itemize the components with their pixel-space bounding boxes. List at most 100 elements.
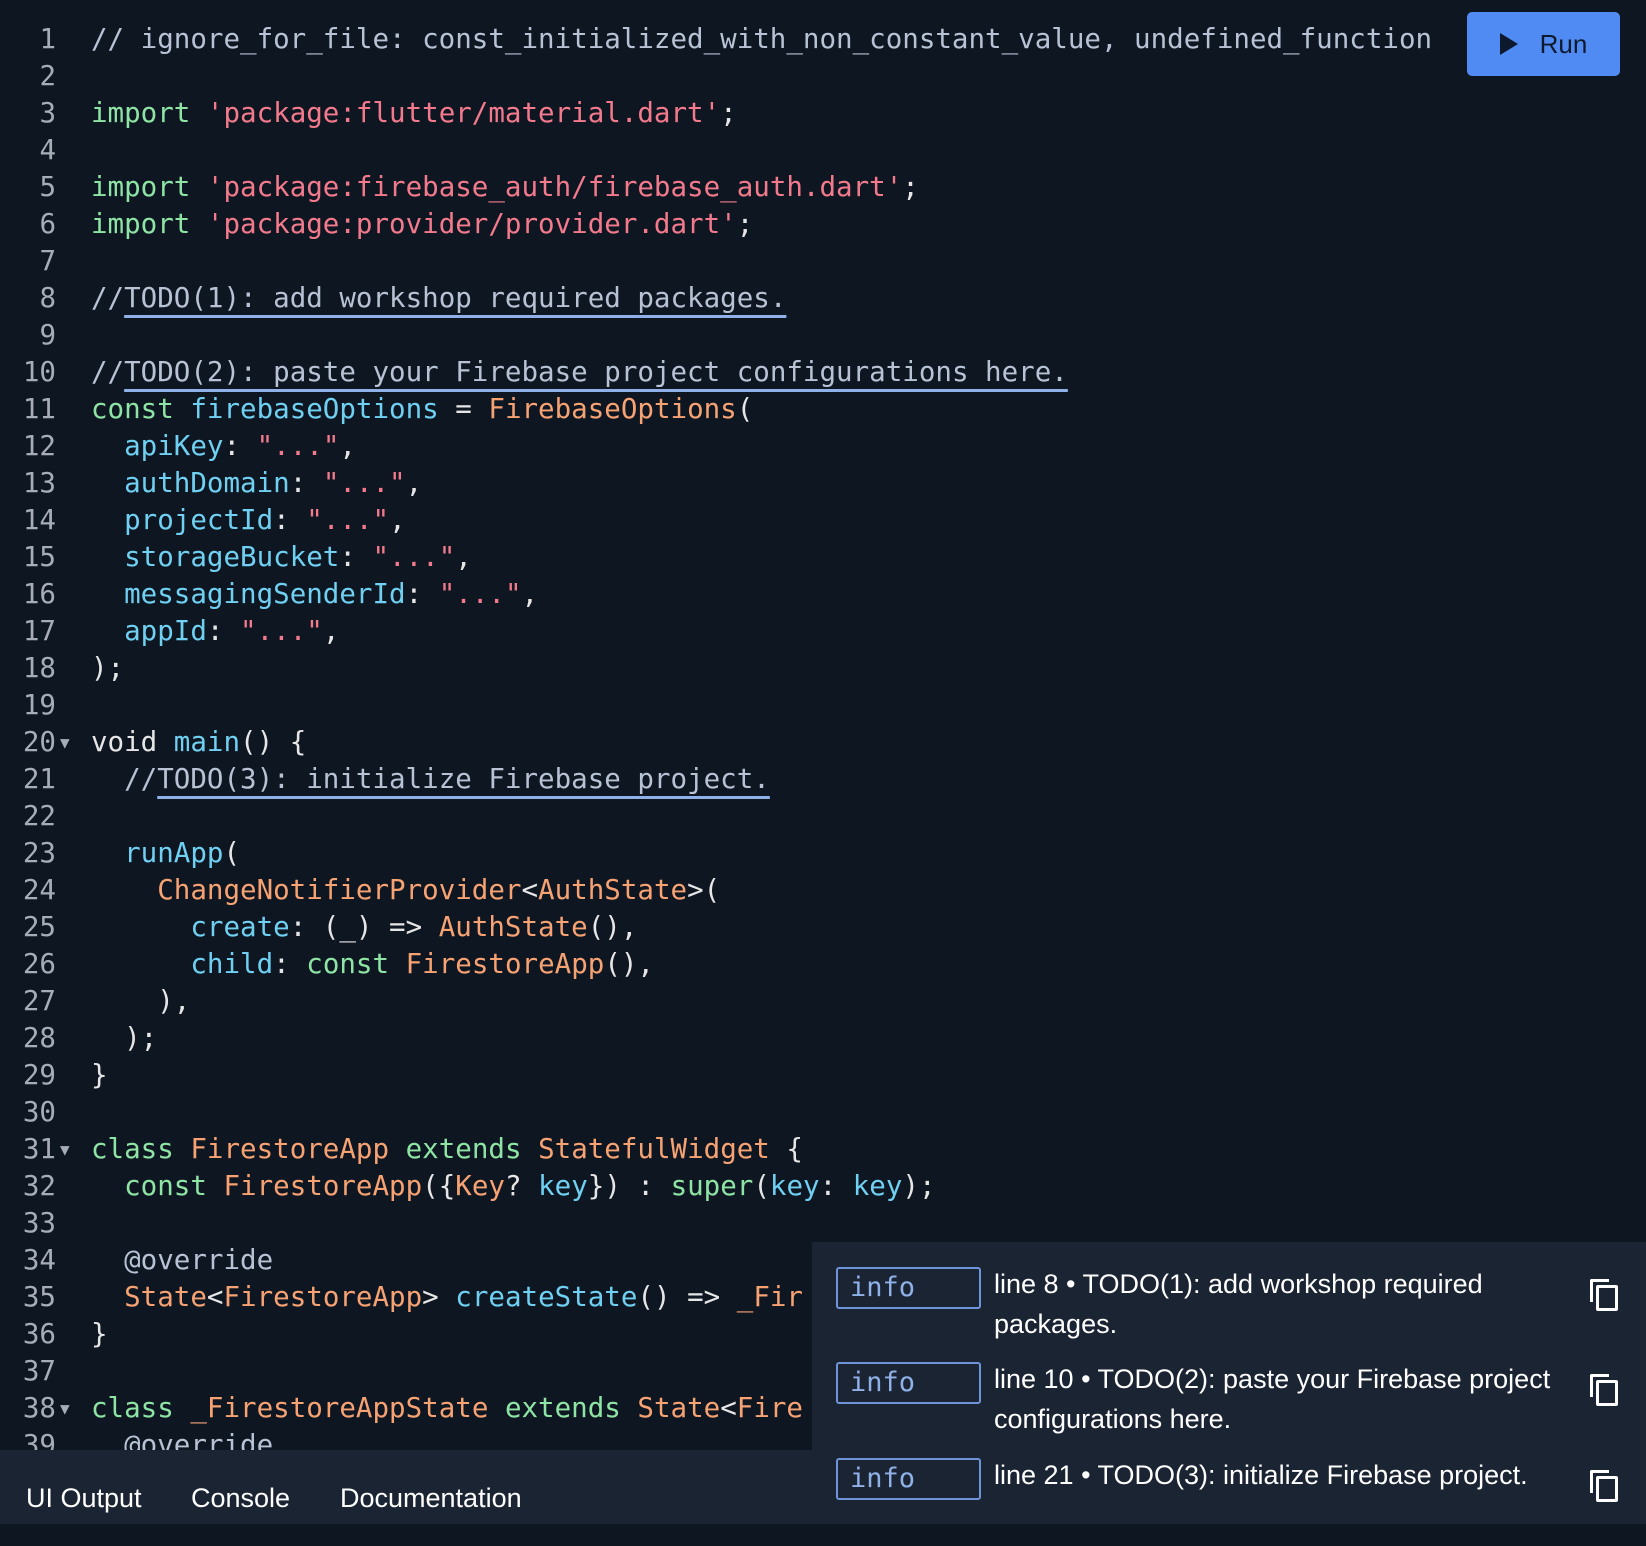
line-number: 8 [39,282,56,314]
code-line[interactable]: 3 import 'package:flutter/material.dart'; [0,95,1646,132]
code-line[interactable]: 22 [0,798,1646,835]
code-token: : [273,948,307,980]
code-text: const FirestoreApp({Key? key}) : super(k… [91,1168,936,1205]
tab-ui-output[interactable]: UI Output [26,1450,142,1524]
code-line[interactable]: 16 messagingSenderId: "...", [0,576,1646,613]
code-token: ( [223,837,241,869]
code-line[interactable]: 12 apiKey: "...", [0,428,1646,465]
code-token: void [91,726,158,758]
code-token: const [124,1170,207,1202]
run-button[interactable]: Run [1467,12,1620,76]
code-text: } [91,1057,108,1094]
code-line[interactable]: 15 storageBucket: "...", [0,539,1646,576]
code-text: ); [91,650,124,687]
code-line[interactable]: 14 projectId: "...", [0,502,1646,539]
line-number: 24 [22,874,56,906]
code-token: ); [91,1022,158,1054]
code-token: "..." [306,504,390,536]
code-line[interactable]: 5 import 'package:firebase_auth/firebase_… [0,169,1646,206]
code-text: ChangeNotifierProvider<AuthState>( [91,872,720,909]
code-token: FirestoreApp [190,1133,390,1165]
code-line[interactable]: 7 [0,243,1646,280]
code-line[interactable]: 23 runApp( [0,835,1646,872]
code-editor[interactable]: 1 // ignore_for_file: const_initialized_w… [0,0,1646,1450]
code-token: : [819,1170,853,1202]
line-number: 10 [22,356,56,388]
code-token: AuthState [538,874,688,906]
issue-message: line 10 • TODO(2): paste your Firebase p… [994,1364,1551,1434]
code-line[interactable]: 4 [0,132,1646,169]
line-number: 34 [22,1244,56,1276]
code-token: , [521,578,539,610]
code-line[interactable]: 29} [0,1057,1646,1094]
code-token: ); [902,1170,936,1202]
code-token: : [273,504,307,536]
code-line[interactable]: 17 appId: "...", [0,613,1646,650]
code-token: "..." [240,615,323,647]
code-line[interactable]: 21 //TODO(3): initialize Firebase projec… [0,761,1646,798]
code-text: import 'package:flutter/material.dart'; [91,95,737,132]
code-text: //TODO(2): paste your Firebase project c… [91,354,1068,391]
code-line[interactable]: 10 //TODO(2): paste your Firebase project… [0,354,1646,391]
code-line[interactable]: 2 [0,58,1646,95]
line-number: 31 [22,1133,56,1165]
code-token: FirestoreApp [223,1281,423,1313]
line-number: 35 [22,1281,56,1313]
code-token: appId [124,615,207,647]
code-token: projectId [124,504,274,536]
line-number: 28 [22,1022,56,1054]
code-token: "..." [322,467,406,499]
code-text: class _FirestoreAppState extends State<F… [91,1390,803,1427]
copy-icon[interactable] [1590,1374,1618,1406]
code-token: { [769,1133,803,1165]
fold-arrow-icon[interactable]: ▼ [60,1131,70,1168]
fold-arrow-icon[interactable]: ▼ [60,724,70,761]
line-number: 11 [22,393,56,425]
code-line[interactable]: 9 [0,317,1646,354]
line-number: 37 [22,1355,56,1387]
tab-console[interactable]: Console [191,1450,290,1524]
code-line[interactable]: 19 [0,687,1646,724]
copy-icon[interactable] [1590,1470,1618,1502]
tab-documentation[interactable]: Documentation [340,1450,522,1524]
code-token: // [91,763,158,795]
code-line[interactable]: 20 ▼ void main() { [0,724,1646,761]
code-line[interactable]: 18); [0,650,1646,687]
line-number: 1 [39,23,56,55]
code-token: runApp [124,837,224,869]
code-token: ; [902,171,919,203]
code-token: createState [455,1281,638,1313]
code-line[interactable]: 30 [0,1094,1646,1131]
code-line[interactable]: 13 authDomain: "...", [0,465,1646,502]
code-text: const firebaseOptions = FirebaseOptions( [91,391,753,428]
code-line[interactable]: 6 import 'package:provider/provider.dart'… [0,206,1646,243]
code-line[interactable]: 31 ▼ class FirestoreApp extends StatefulWi… [0,1131,1646,1168]
code-line[interactable]: 25 create: (_) => AuthState(), [0,909,1646,946]
code-token: , [389,504,406,536]
run-button-label: Run [1539,28,1588,59]
code-text: import 'package:firebase_auth/firebase_a… [91,169,919,206]
code-line[interactable]: 11 const firebaseOptions = FirebaseOption… [0,391,1646,428]
code-line[interactable]: 26 child: const FirestoreApp(), [0,946,1646,983]
code-line[interactable]: 27 ), [0,983,1646,1020]
code-token: messagingSenderId [124,578,406,610]
code-line[interactable]: 32 const FirestoreApp({Key? key}) : supe… [0,1168,1646,1205]
code-line[interactable]: 1 // ignore_for_file: const_initialized_w… [0,21,1646,58]
code-line[interactable]: 33 [0,1205,1646,1242]
code-token: TODO(2): paste your Firebase project con… [124,356,1068,388]
copy-icon[interactable] [1590,1279,1618,1311]
code-token: firebaseOptions [190,393,439,425]
code-line[interactable]: 28 ); [0,1020,1646,1057]
fold-arrow-icon[interactable]: ▼ [60,1390,70,1427]
code-line[interactable]: 24 ChangeNotifierProvider<AuthState>( [0,872,1646,909]
code-text: @override [91,1427,273,1450]
code-line[interactable]: 8 //TODO(1): add workshop required packag… [0,280,1646,317]
